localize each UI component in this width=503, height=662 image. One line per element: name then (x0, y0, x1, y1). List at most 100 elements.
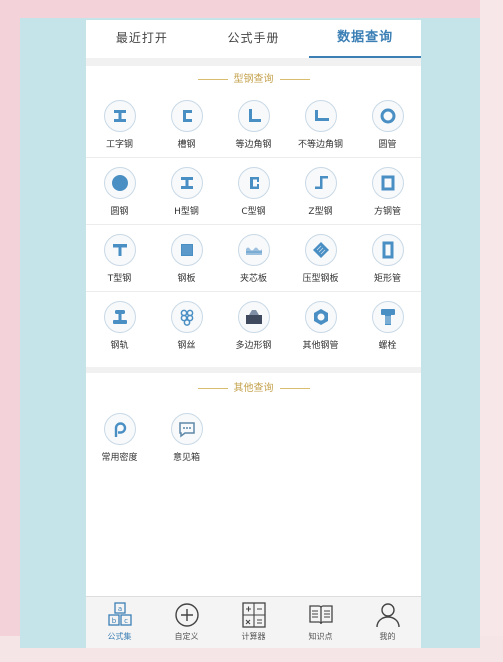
grid-item-label: C型钢 (241, 207, 266, 217)
c-section-icon (237, 167, 270, 199)
section-line-right (279, 78, 310, 80)
formula-set-icon: abc (106, 601, 134, 629)
svg-text:c: c (124, 617, 128, 625)
grid-item[interactable]: 方钢管 (354, 167, 421, 217)
bolt-icon (371, 301, 404, 333)
section-steel-header: 型钢查询 (86, 70, 421, 85)
feedback-icon (170, 413, 203, 445)
grid-item[interactable]: 钢轨 (86, 301, 153, 351)
round-pipe-icon (371, 100, 404, 132)
nav-item-label: 公式集 (107, 632, 132, 641)
row-separator (86, 291, 421, 292)
grid-item-label: 多边形钢 (235, 341, 272, 351)
grid-item[interactable]: H型钢 (153, 167, 220, 217)
z-section-icon (304, 167, 337, 199)
tab-data-query[interactable]: 数据查询 (309, 20, 421, 58)
grid-item[interactable]: T型钢 (86, 234, 153, 284)
grid-item-label: 矩形管 (373, 274, 401, 284)
grid-item[interactable]: C型钢 (220, 167, 287, 217)
section-separator (86, 367, 421, 373)
grid-item-label: 钢轨 (110, 341, 129, 351)
grid-item[interactable]: 意见箱 (153, 413, 220, 463)
grid-item-label: 夹芯板 (239, 274, 267, 284)
nav-item-label: 我的 (379, 632, 396, 641)
nav-item[interactable]: 计算器 (220, 597, 287, 648)
grid-item-label: H型钢 (174, 207, 199, 217)
grid-item-label: 其他钢管 (302, 341, 339, 351)
grid-item[interactable]: 螺栓 (354, 301, 421, 351)
profiled-sheet-icon (304, 234, 337, 266)
grid-item-label: 螺栓 (378, 341, 397, 351)
round-bar-icon (103, 167, 136, 199)
i-beam-icon (103, 100, 136, 132)
row-separator (86, 224, 421, 225)
nav-item[interactable]: a b c 公式集 (86, 597, 153, 648)
grid-item[interactable]: 圆管 (354, 100, 421, 150)
unequal-angle-icon (304, 100, 337, 132)
section-other-title: 其他查询 (233, 383, 274, 394)
t-section-icon (103, 234, 136, 266)
grid-item-label: 常用密度 (101, 453, 138, 463)
section-line-right (279, 387, 310, 389)
grid-item-label: 方钢管 (373, 207, 401, 217)
polygon-steel-icon (237, 301, 270, 333)
equal-angle-icon (237, 100, 270, 132)
section-line-left (197, 387, 228, 389)
grid-item[interactable]: 矩形管 (354, 234, 421, 284)
grid-item[interactable]: 工字钢 (86, 100, 153, 150)
grid-item[interactable]: Z型钢 (287, 167, 354, 217)
nav-item-label: 知识点 (308, 632, 333, 641)
rail-icon (103, 301, 136, 333)
grid-item-label: 圆管 (378, 140, 397, 150)
grid-item-label: 槽钢 (177, 140, 196, 150)
background-right (480, 0, 503, 662)
square-tube-icon (371, 167, 404, 199)
grid-item[interactable]: 夹芯板 (220, 234, 287, 284)
channel-steel-icon (170, 100, 203, 132)
section-other-header: 其他查询 (86, 379, 421, 394)
rect-tube-icon (371, 234, 404, 266)
grid-item[interactable]: 钢板 (153, 234, 220, 284)
grid-item-label: 钢丝 (177, 341, 196, 351)
grid-item-label: 意见箱 (172, 453, 200, 463)
tab-formula-manual[interactable]: 公式手册 (198, 20, 310, 58)
grid-item[interactable]: 常用密度 (86, 413, 153, 463)
row-separator (86, 157, 421, 158)
profile-icon (374, 601, 402, 629)
grid-item-label: Z型钢 (308, 207, 333, 217)
section-steel-title: 型钢查询 (233, 74, 274, 85)
steel-wire-icon (170, 301, 203, 333)
density-icon (103, 413, 136, 445)
grid-item-label: 钢板 (177, 274, 196, 284)
grid-item-label: 工字钢 (105, 140, 133, 150)
grid-item-label: 圆钢 (110, 207, 129, 217)
grid-item[interactable]: 压型钢板 (287, 234, 354, 284)
nav-item[interactable]: 知识点 (287, 597, 354, 648)
grid-item[interactable]: 其他钢管 (287, 301, 354, 351)
knowledge-book-icon (307, 601, 335, 629)
h-beam-icon (170, 167, 203, 199)
grid-item[interactable]: 多边形钢 (220, 301, 287, 351)
grid-item-label: 等边角钢 (235, 140, 272, 150)
grid-item[interactable]: 不等边角钢 (287, 100, 354, 150)
grid-item[interactable]: 槽钢 (153, 100, 220, 150)
grid-item-label: T型钢 (107, 274, 132, 284)
other-pipe-icon (304, 301, 337, 333)
grid-item[interactable]: 等边角钢 (220, 100, 287, 150)
steel-plate-icon (170, 234, 203, 266)
tab-recent[interactable]: 最近打开 (86, 20, 198, 58)
grid-item-label: 不等边角钢 (297, 140, 343, 150)
custom-add-icon (173, 601, 201, 629)
grid-item-label: 压型钢板 (302, 274, 339, 284)
nav-item-label: 自定义 (174, 632, 199, 641)
tab-divider (86, 58, 421, 66)
app-screen: 最近打开 公式手册 数据查询 型钢查询 工字钢 槽钢 等边角钢 不等边角钢 圆管圆钢 H型… (86, 20, 421, 648)
nav-item[interactable]: 我的 (354, 597, 421, 648)
nav-item[interactable]: 自定义 (153, 597, 220, 648)
top-tab-bar: 最近打开 公式手册 数据查询 (86, 20, 421, 59)
calculator-icon (240, 601, 268, 629)
grid-item[interactable]: 圆钢 (86, 167, 153, 217)
grid-item[interactable]: 钢丝 (153, 301, 220, 351)
svg-text:b: b (111, 617, 116, 625)
sandwich-panel-icon (237, 234, 270, 266)
